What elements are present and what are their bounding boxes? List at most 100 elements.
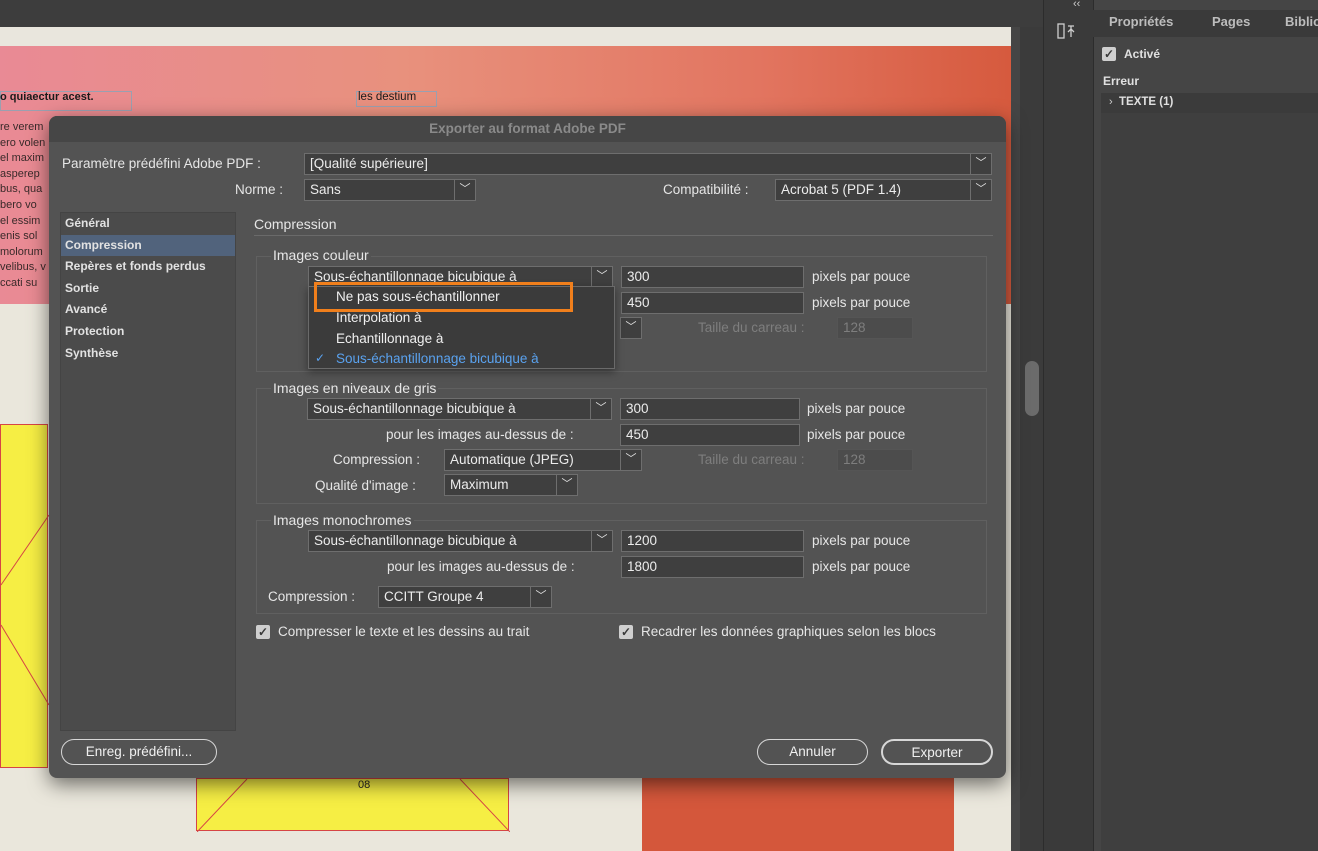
dialog-title: Exporter au format Adobe PDF xyxy=(429,121,626,136)
section-title: Compression xyxy=(254,216,337,232)
tab-bibliotheques[interactable]: Biblio xyxy=(1285,14,1318,29)
document-body-line: asperep xyxy=(0,167,40,180)
above-label: pour les images au-dessus de : xyxy=(387,559,575,574)
document-body-line: el maxim xyxy=(0,152,45,165)
save-preset-button[interactable]: Enreg. prédéfini... xyxy=(61,739,217,765)
active-label: Activé xyxy=(1124,47,1161,61)
collapse-icon[interactable]: ‹‹ xyxy=(1073,0,1080,10)
compress-text-label: Compresser le texte et les dessins au tr… xyxy=(278,624,530,639)
document-body-line: ccati su xyxy=(0,276,38,289)
document-body-line: ero volen xyxy=(0,136,46,149)
norme-label: Norme : xyxy=(235,182,284,197)
tool-strip xyxy=(1043,0,1093,851)
ppi-unit: pixels par pouce xyxy=(812,533,911,548)
sidebar-item-protection[interactable]: Protection xyxy=(61,321,235,342)
crop-data-label: Recadrer les données graphiques selon le… xyxy=(641,624,936,639)
ppi-unit: pixels par pouce xyxy=(812,295,911,310)
sidebar-item-sortie[interactable]: Sortie xyxy=(61,278,235,299)
color-above-input[interactable]: 450 xyxy=(621,292,804,314)
chevron-down-icon[interactable]: ﹀ xyxy=(590,398,612,420)
gray-sampling-select[interactable]: Sous-échantillonnage bicubique à xyxy=(307,398,591,420)
frame-cross-icon xyxy=(1,514,49,706)
sidebar-item-synthese[interactable]: Synthèse xyxy=(61,343,235,364)
gray-compression-select[interactable]: Automatique (JPEG) xyxy=(444,449,621,471)
page-number: 08 xyxy=(358,779,371,791)
error-item[interactable]: TEXTE (1) xyxy=(1119,96,1173,108)
document-body-line: el essim xyxy=(0,214,41,227)
mono-compression-select[interactable]: CCITT Groupe 4 xyxy=(378,586,531,608)
ppi-unit: pixels par pouce xyxy=(812,559,911,574)
document-body-line: molorum xyxy=(0,245,43,258)
red-block xyxy=(642,778,954,851)
sidebar-item-avance[interactable]: Avancé xyxy=(61,299,235,320)
yellow-image-frame xyxy=(196,778,510,832)
menu-item-interpolation[interactable]: Interpolation à xyxy=(336,310,422,325)
compress-text-checkbox[interactable]: ✓ xyxy=(256,625,270,639)
compression-label: Compression : xyxy=(268,589,356,604)
active-checkbox[interactable]: ✓ xyxy=(1102,47,1116,61)
export-button[interactable]: Exporter xyxy=(881,739,993,765)
chevron-down-icon[interactable]: ﹀ xyxy=(454,179,476,201)
preset-label: Paramètre prédéfini Adobe PDF : xyxy=(62,156,261,171)
chevron-down-icon[interactable]: ﹀ xyxy=(620,449,642,471)
ppi-unit: pixels par pouce xyxy=(807,427,906,442)
tile-size-label: Taille du carreau : xyxy=(698,452,805,467)
highlight-box xyxy=(314,282,573,312)
compat-label: Compatibilité : xyxy=(663,182,749,197)
chevron-down-icon[interactable]: ﹀ xyxy=(530,586,552,608)
mono-above-input[interactable]: 1800 xyxy=(621,556,804,578)
document-text: o quiaectur acest. xyxy=(0,91,94,103)
yellow-image-frame xyxy=(0,424,49,768)
scrollbar-thumb[interactable] xyxy=(1025,361,1039,416)
error-heading: Erreur xyxy=(1103,74,1140,88)
sidebar-item-compression[interactable]: Compression xyxy=(61,235,235,256)
sidebar-item-general[interactable]: Général xyxy=(61,213,235,234)
compat-select[interactable]: Acrobat 5 (PDF 1.4) xyxy=(775,179,971,201)
chevron-down-icon[interactable]: ﹀ xyxy=(591,530,613,552)
document-scrollbar[interactable] xyxy=(1020,27,1043,851)
document-body-text: re verem ero volen el maxim asperep bus, qua… xyxy=(0,120,48,292)
gray-above-input[interactable]: 450 xyxy=(620,424,800,446)
gray-quality-select[interactable]: Maximum xyxy=(444,474,557,496)
norme-select[interactable]: Sans xyxy=(304,179,455,201)
chevron-down-icon[interactable]: ﹀ xyxy=(970,179,992,201)
section-divider xyxy=(254,235,993,236)
error-list-area xyxy=(1101,113,1318,851)
ppi-unit: pixels par pouce xyxy=(812,269,911,284)
document-body-line: enis sol xyxy=(0,230,38,243)
document-top-bar xyxy=(0,0,1043,27)
menu-item-sampling[interactable]: Echantillonnage à xyxy=(336,331,443,346)
quality-label: Qualité d'image : xyxy=(315,478,416,493)
document-body-line: bus, qua xyxy=(0,183,43,196)
gray-ppi-input[interactable]: 300 xyxy=(620,398,800,420)
chevron-right-icon[interactable]: › xyxy=(1109,96,1113,108)
document-text: les destium xyxy=(358,91,417,103)
checkmark-icon: ✓ xyxy=(315,351,326,365)
tile-size-label: Taille du carreau : xyxy=(698,320,805,335)
compression-label: Compression : xyxy=(333,452,421,467)
sidebar-item-reperes[interactable]: Repères et fonds perdus xyxy=(61,256,235,277)
above-label: pour les images au-dessus de : xyxy=(386,427,574,442)
mono-images-title: Images monochromes xyxy=(271,512,414,528)
mono-sampling-select[interactable]: Sous-échantillonnage bicubique à xyxy=(308,530,592,552)
color-tile-input: 128 xyxy=(837,317,913,339)
frame-cross-icon xyxy=(197,779,510,832)
tab-proprietes[interactable]: Propriétés xyxy=(1109,14,1173,29)
chevron-down-icon[interactable]: ﹀ xyxy=(970,153,992,175)
gray-images-title: Images en niveaux de gris xyxy=(271,380,439,396)
ppi-unit: pixels par pouce xyxy=(807,401,906,416)
document-body-line: re verem xyxy=(0,121,44,133)
crop-data-checkbox[interactable]: ✓ xyxy=(619,625,633,639)
menu-item-bicubic[interactable]: Sous-échantillonnage bicubique à xyxy=(336,351,539,366)
chevron-down-icon[interactable]: ﹀ xyxy=(620,317,642,339)
color-ppi-input[interactable]: 300 xyxy=(621,266,804,288)
pages-panel-icon[interactable] xyxy=(1056,22,1078,42)
tab-pages[interactable]: Pages xyxy=(1212,14,1250,29)
gray-tile-input: 128 xyxy=(837,449,913,471)
chevron-down-icon[interactable]: ﹀ xyxy=(556,474,578,496)
chevron-down-icon[interactable]: ﹀ xyxy=(591,266,613,288)
cancel-button[interactable]: Annuler xyxy=(757,739,868,765)
preset-select[interactable]: [Qualité supérieure] xyxy=(304,153,971,175)
document-body-line: velibus, v xyxy=(0,261,46,274)
mono-ppi-input[interactable]: 1200 xyxy=(621,530,804,552)
